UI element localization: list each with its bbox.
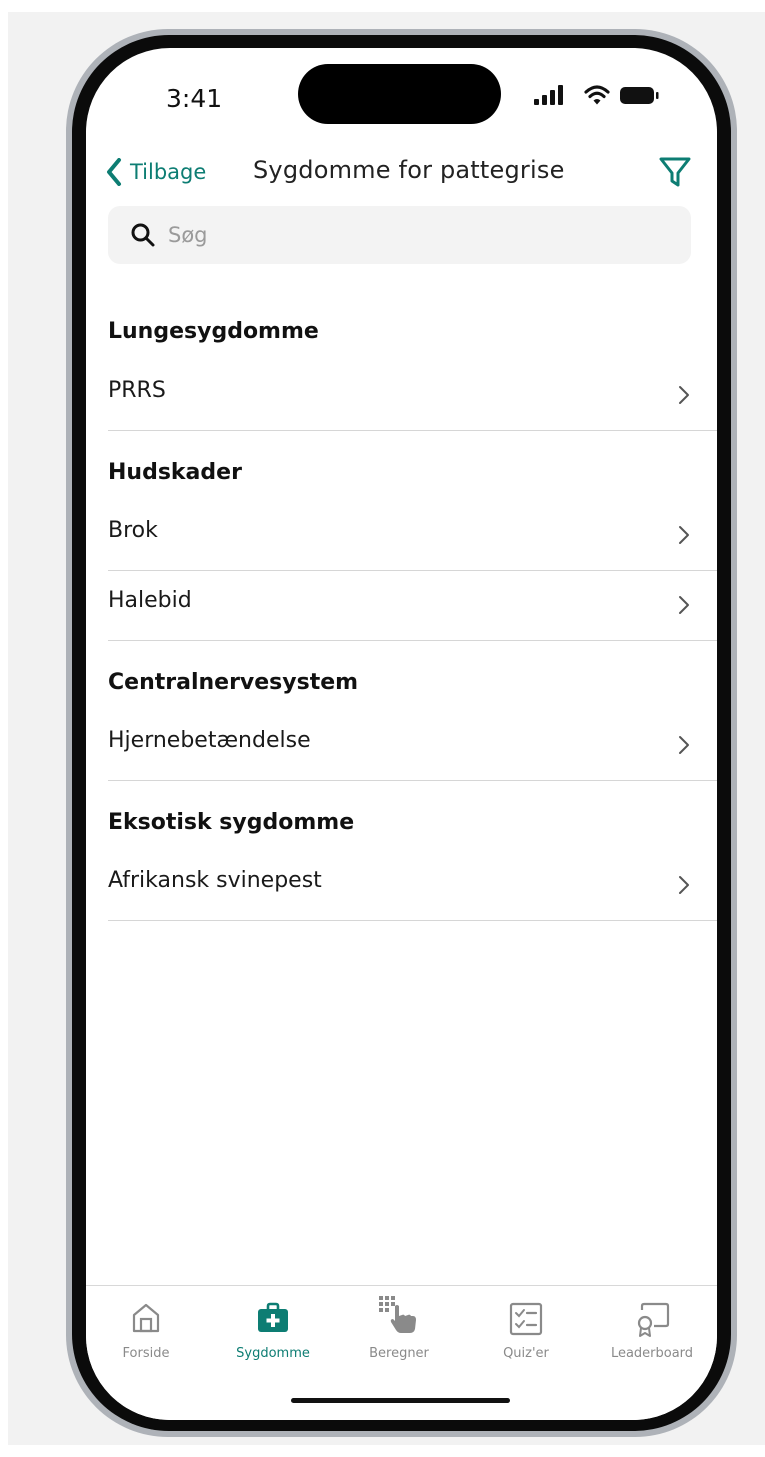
chevron-right-icon [679, 596, 689, 614]
tab-label: Quiz'er [503, 1346, 549, 1361]
list-item-brok[interactable]: Brok [108, 500, 717, 571]
battery-icon [620, 87, 659, 104]
keypad-tap-icon [379, 1296, 416, 1333]
wifi-icon [584, 85, 610, 105]
chevron-right-icon [679, 386, 689, 404]
filter-icon[interactable] [658, 154, 692, 190]
tab-label: Leaderboard [610, 1346, 694, 1361]
list-item-label: Hjernebetændelse [108, 728, 311, 753]
list-item-label: Brok [108, 518, 158, 543]
list-item-afrikansk-svinepest[interactable]: Afrikansk svinepest [108, 850, 717, 921]
page-title: Sygdomme for pattegrise [253, 156, 565, 184]
tab-forside[interactable]: Forside [86, 1286, 206, 1376]
back-label: Tilbage [130, 160, 207, 184]
status-time: 3:41 [166, 84, 223, 113]
tab-quizer[interactable]: Quiz'er [466, 1286, 586, 1376]
navigation-bar: Tilbage Sygdomme for pattegrise [86, 148, 717, 196]
phone-screen: 3:41 Tilbage Sygdomme for pattegrise Søg… [86, 48, 717, 1420]
home-icon [132, 1303, 160, 1333]
signal-icon [534, 85, 563, 105]
chevron-left-icon [107, 158, 121, 186]
tab-label: Beregner [369, 1346, 429, 1361]
tab-beregner[interactable]: Beregner [339, 1286, 459, 1376]
section-header: Hudskader [108, 460, 242, 485]
search-bar [108, 206, 691, 264]
search-input[interactable] [166, 222, 670, 248]
list-item-hjernebetaendelse[interactable]: Hjernebetændelse [108, 710, 717, 781]
tab-label: Sygdomme [236, 1346, 310, 1361]
list-item-label: Afrikansk svinepest [108, 868, 322, 893]
medical-kit-icon [258, 1302, 288, 1332]
back-button[interactable]: Tilbage [106, 154, 206, 190]
section-header: Centralnervesystem [108, 670, 359, 695]
chevron-right-icon [679, 876, 689, 894]
dynamic-island [298, 64, 501, 124]
chevron-right-icon [679, 736, 689, 754]
home-indicator [291, 1398, 510, 1403]
list-item-label: PRRS [108, 378, 166, 403]
tab-leaderboard[interactable]: Leaderboard [592, 1286, 712, 1376]
certificate-icon [637, 1302, 670, 1337]
tab-label: Forside [122, 1346, 170, 1361]
list-item-halebid[interactable]: Halebid [108, 570, 717, 641]
checklist-icon [509, 1302, 543, 1336]
list-item-prrs[interactable]: PRRS [108, 360, 717, 431]
list-item-label: Halebid [108, 588, 192, 613]
section-header: Eksotisk sygdomme [108, 810, 355, 835]
section-header: Lungesygdomme [108, 319, 319, 344]
chevron-right-icon [679, 526, 689, 544]
search-icon [131, 223, 155, 247]
tab-sygdomme[interactable]: Sygdomme [213, 1286, 333, 1376]
status-icons [534, 85, 659, 105]
